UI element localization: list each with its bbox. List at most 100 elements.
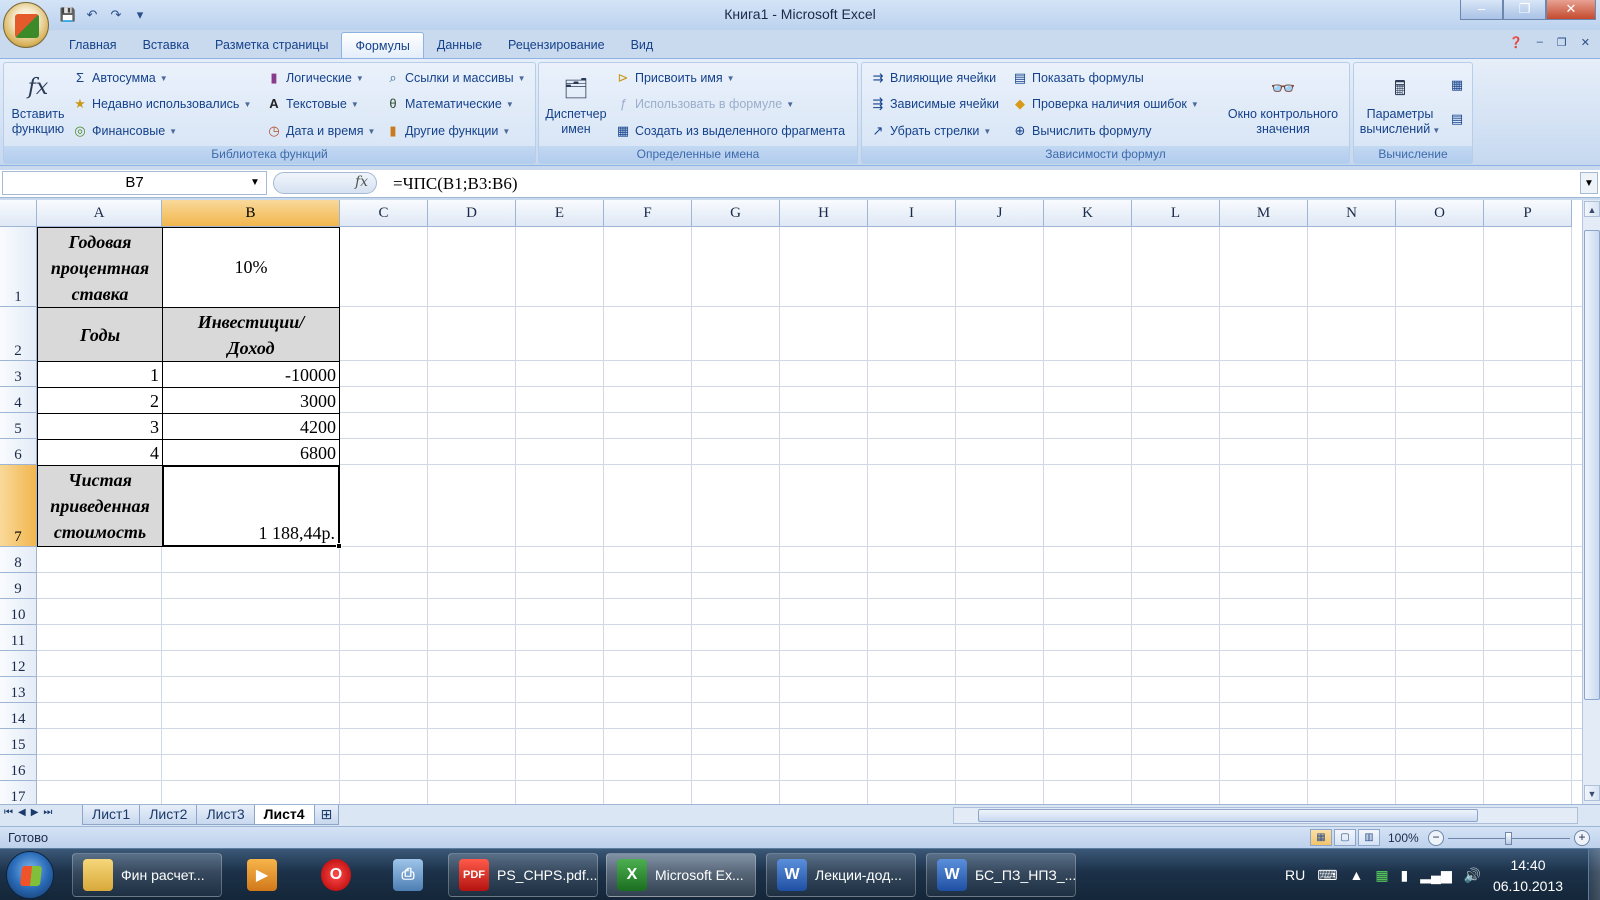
keyboard-icon[interactable]: ⌨ xyxy=(1317,867,1337,884)
insert-function-button[interactable]: fx Вставить функцию xyxy=(7,71,69,137)
cell-A5[interactable]: 3 xyxy=(37,413,163,440)
office-button[interactable] xyxy=(3,2,49,48)
cell-A4[interactable]: 2 xyxy=(37,387,163,414)
cell-B1[interactable]: 10% xyxy=(162,227,340,308)
row-header-2[interactable]: 2 xyxy=(0,307,37,361)
row-header-5[interactable]: 5 xyxy=(0,413,37,439)
column-header-M[interactable]: M xyxy=(1220,200,1308,227)
name-box[interactable]: B7 xyxy=(2,171,267,195)
use-in-formula-button[interactable]: ƒ Использовать в формуле ▼ xyxy=(615,96,794,112)
row-header-6[interactable]: 6 xyxy=(0,439,37,465)
row-header-13[interactable]: 13 xyxy=(0,677,37,703)
taskbar-scanner[interactable]: ⎙ xyxy=(378,853,438,897)
row-header-1[interactable]: 1 xyxy=(0,227,37,307)
taskbar-item-excel[interactable]: X Microsoft Ex... xyxy=(606,853,756,897)
row-header-3[interactable]: 3 xyxy=(0,361,37,387)
first-sheet-icon[interactable]: ⏮ xyxy=(4,807,13,818)
trace-precedents-button[interactable]: ⇉ Влияющие ячейки xyxy=(870,70,997,86)
page-layout-view-icon[interactable]: ▢ xyxy=(1334,829,1356,846)
show-formulas-button[interactable]: ▤ Показать формулы xyxy=(1012,70,1144,86)
cell-A2[interactable]: Годы xyxy=(37,307,163,362)
column-header-E[interactable]: E xyxy=(516,200,604,227)
row-header-7[interactable]: 7 xyxy=(0,465,37,547)
column-header-A[interactable]: A xyxy=(37,200,162,227)
cell-A1[interactable]: Годовая процентная ставка xyxy=(37,227,163,308)
row-header-4[interactable]: 4 xyxy=(0,387,37,413)
zoom-out-icon[interactable]: − xyxy=(1428,830,1444,846)
remove-arrows-button[interactable]: ↗ Убрать стрелки ▼ xyxy=(870,123,992,139)
more-functions-button[interactable]: ▮ Другие функции ▼ xyxy=(385,123,510,139)
expand-formula-bar-icon[interactable]: ▼ xyxy=(1580,172,1598,194)
sheet-tab-4[interactable]: Лист4 xyxy=(253,805,315,825)
math-button[interactable]: θ Математические ▼ xyxy=(385,96,513,112)
recently-used-button[interactable]: ★ Недавно использовались ▼ xyxy=(72,96,251,112)
row-header-8[interactable]: 8 xyxy=(0,547,37,573)
signal-icon[interactable]: ▂▄▆ xyxy=(1420,867,1451,884)
column-header-J[interactable]: J xyxy=(956,200,1044,227)
formula-input[interactable]: =ЧПС(B1;B3:B6) xyxy=(393,174,518,194)
evaluate-formula-button[interactable]: ⊕ Вычислить формулу xyxy=(1012,123,1152,139)
row-header-14[interactable]: 14 xyxy=(0,703,37,729)
start-button[interactable] xyxy=(6,851,54,899)
cell-A7[interactable]: Чистая приведенная стоимость xyxy=(37,465,163,547)
horizontal-scrollbar[interactable] xyxy=(953,807,1578,824)
datetime-button[interactable]: ◷ Дата и время ▼ xyxy=(266,123,375,139)
cell-B4[interactable]: 3000 xyxy=(162,387,340,414)
language-indicator[interactable]: RU xyxy=(1285,867,1305,883)
row-header-9[interactable]: 9 xyxy=(0,573,37,599)
create-from-selection-button[interactable]: ▦ Создать из выделенного фрагмента xyxy=(615,123,845,139)
minimize-icon[interactable]: – xyxy=(1537,36,1543,49)
taskbar-opera[interactable]: O xyxy=(306,853,366,897)
clock[interactable]: 14:40 06.10.2013 xyxy=(1488,855,1568,897)
taskbar-media-player[interactable]: ▶ xyxy=(232,853,292,897)
vertical-scrollbar[interactable]: ▲ ▼ xyxy=(1582,200,1600,804)
calculation-options-button[interactable]: 🖩 Параметры вычислений ▼ xyxy=(1356,71,1444,138)
column-header-K[interactable]: K xyxy=(1044,200,1132,227)
cell-B2[interactable]: Инвестиции/Доход xyxy=(162,307,340,362)
zoom-slider-knob[interactable] xyxy=(1505,832,1512,845)
next-sheet-icon[interactable]: ▶ xyxy=(31,807,39,818)
row-header-15[interactable]: 15 xyxy=(0,729,37,755)
row-header-17[interactable]: 17 xyxy=(0,781,37,804)
normal-view-icon[interactable]: ▦ xyxy=(1310,829,1332,846)
column-header-H[interactable]: H xyxy=(780,200,868,227)
network-app-icon[interactable]: ▦ xyxy=(1375,867,1388,884)
cell-B3[interactable]: -10000 xyxy=(162,361,340,388)
scroll-up-icon[interactable]: ▲ xyxy=(1584,201,1600,217)
taskbar-item-word-2[interactable]: W БС_ПЗ_НПЗ_... xyxy=(926,853,1076,897)
taskbar-item-pdf[interactable]: PDF PS_CHPS.pdf... xyxy=(448,853,598,897)
column-header-P[interactable]: P xyxy=(1484,200,1572,227)
column-header-B[interactable]: B xyxy=(162,200,340,227)
tab-page-layout[interactable]: Разметка страницы xyxy=(202,32,341,58)
tab-formulas[interactable]: Формулы xyxy=(341,32,424,58)
row-header-16[interactable]: 16 xyxy=(0,755,37,781)
zoom-in-icon[interactable]: + xyxy=(1574,830,1590,846)
column-header-O[interactable]: O xyxy=(1396,200,1484,227)
calculate-now-button[interactable]: ▦ xyxy=(1449,77,1465,93)
horizontal-scroll-thumb[interactable] xyxy=(978,809,1478,822)
select-all-corner[interactable] xyxy=(0,200,37,227)
battery-icon[interactable]: ▮ xyxy=(1401,867,1409,884)
scroll-down-icon[interactable]: ▼ xyxy=(1584,785,1600,801)
cell-A6[interactable]: 4 xyxy=(37,439,163,466)
name-manager-button[interactable]: 🗂 Диспетчер имен xyxy=(542,71,610,137)
logical-button[interactable]: ▮ Логические ▼ xyxy=(266,70,363,86)
financial-button[interactable]: ◎ Финансовые ▼ xyxy=(72,123,177,139)
column-header-L[interactable]: L xyxy=(1132,200,1220,227)
tab-insert[interactable]: Вставка xyxy=(130,32,202,58)
sheet-tab-3[interactable]: Лист3 xyxy=(196,805,255,825)
maximize-button[interactable]: ❐ xyxy=(1503,0,1546,20)
sheet-tab-1[interactable]: Лист1 xyxy=(82,805,141,825)
insert-sheet-icon[interactable]: ⊞ xyxy=(313,805,340,825)
last-sheet-icon[interactable]: ⏭ xyxy=(43,807,52,818)
row-header-12[interactable]: 12 xyxy=(0,651,37,677)
worksheet-grid[interactable]: ABCDEFGHIJKLMNOP 1 2 3 4 5 6 7 8 9 10 11 12 13 14 15 16… xyxy=(0,200,1582,804)
minimize-button[interactable]: – xyxy=(1460,0,1503,20)
insert-function-fx-icon[interactable]: fx xyxy=(355,174,368,190)
vertical-scroll-thumb[interactable] xyxy=(1584,230,1600,700)
tab-home[interactable]: Главная xyxy=(56,32,130,58)
calculate-sheet-button[interactable]: ▤ xyxy=(1449,111,1465,127)
autosum-button[interactable]: Σ Автосумма ▼ xyxy=(72,70,168,86)
cell-B5[interactable]: 4200 xyxy=(162,413,340,440)
watch-window-button[interactable]: 👓 Окно контрольного значения xyxy=(1220,71,1346,137)
